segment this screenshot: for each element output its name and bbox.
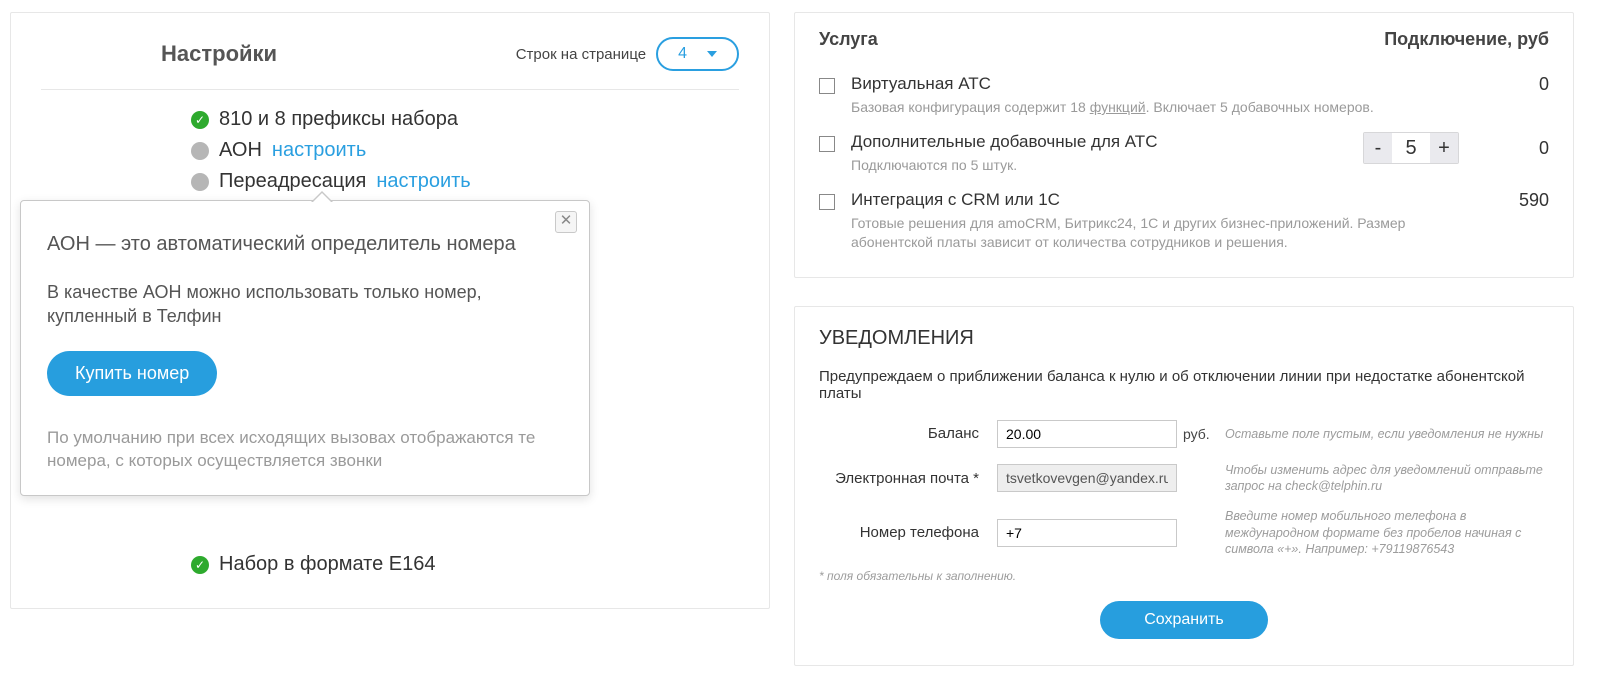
service-checkbox[interactable] xyxy=(819,194,835,210)
notifications-title: УВЕДОМЛЕНИЯ xyxy=(819,327,1549,350)
settings-item-e164: ✓ Набор в формате E164 xyxy=(191,553,739,576)
popover-body: В качестве АОН можно использовать только… xyxy=(47,280,563,329)
stepper-value: 5 xyxy=(1392,137,1430,160)
services-panel: Услуга Подключение, руб Виртуальная АТС … xyxy=(794,12,1574,278)
rows-per-page-select[interactable]: 4 xyxy=(656,37,739,71)
required-note: * поля обязательны к заполнению. xyxy=(819,569,1549,583)
dot-icon xyxy=(191,142,209,160)
services-header-price: Подключение, руб xyxy=(1384,29,1549,50)
dot-icon xyxy=(191,173,209,191)
rows-per-page-value: 4 xyxy=(678,45,687,63)
balance-unit: руб. xyxy=(1183,426,1210,442)
service-price: 590 xyxy=(1499,190,1549,211)
service-checkbox[interactable] xyxy=(819,136,835,152)
check-icon: ✓ xyxy=(191,111,209,129)
popover-close-button[interactable]: ✕ xyxy=(555,211,577,233)
buy-number-button[interactable]: Купить номер xyxy=(47,351,217,396)
email-input xyxy=(997,464,1177,492)
phone-label: Номер телефона xyxy=(819,524,979,541)
service-title: Дополнительные добавочные для АТС xyxy=(851,132,1347,152)
services-header-service: Услуга xyxy=(819,29,878,50)
notifications-subtitle: Предупреждаем о приближении баланса к ну… xyxy=(819,368,1549,402)
aon-popover: ✕ АОН — это автоматический определитель … xyxy=(20,200,590,496)
settings-item-prefixes: ✓ 810 и 8 префиксы набора xyxy=(191,108,739,131)
service-row-crm: Интеграция с CRM или 1С Готовые решения … xyxy=(819,182,1549,258)
service-row-extensions: Дополнительные добавочные для АТС Подклю… xyxy=(819,124,1549,182)
stepper-minus-button[interactable]: - xyxy=(1364,132,1392,164)
settings-item-label: Переадресация xyxy=(219,170,366,193)
service-title: Интеграция с CRM или 1С xyxy=(851,190,1483,210)
service-price: 0 xyxy=(1499,74,1549,95)
service-checkbox[interactable] xyxy=(819,78,835,94)
service-desc: Подключаются по 5 штук. xyxy=(851,156,1347,174)
functions-link[interactable]: функций xyxy=(1090,99,1146,115)
service-price: 0 xyxy=(1499,138,1549,159)
settings-item-label: Набор в формате E164 xyxy=(219,553,435,576)
forwarding-configure-link[interactable]: настроить xyxy=(376,170,470,193)
save-button[interactable]: Сохранить xyxy=(1100,601,1268,639)
settings-item-label: 810 и 8 префиксы набора xyxy=(219,108,458,131)
notifications-panel: УВЕДОМЛЕНИЯ Предупреждаем о приближении … xyxy=(794,306,1574,666)
settings-item-aon: АОН настроить xyxy=(191,139,739,162)
service-desc: Готовые решения для amoCRM, Битрикс24, 1… xyxy=(851,214,1483,250)
aon-configure-link[interactable]: настроить xyxy=(272,139,366,162)
quantity-stepper: - 5 + xyxy=(1363,132,1459,164)
balance-input[interactable] xyxy=(997,420,1177,448)
email-hint: Чтобы изменить адрес для уведомлений отп… xyxy=(1225,462,1549,495)
chevron-down-icon xyxy=(707,51,717,57)
rows-per-page-label: Строк на странице xyxy=(516,46,646,63)
check-icon: ✓ xyxy=(191,556,209,574)
popover-title: АОН — это автоматический определитель но… xyxy=(47,231,563,258)
service-desc: Базовая конфигурация содержит 18 функций… xyxy=(851,98,1483,116)
settings-item-label: АОН xyxy=(219,139,262,162)
service-title: Виртуальная АТС xyxy=(851,74,1483,94)
balance-label: Баланс xyxy=(819,425,979,442)
phone-hint: Введите номер мобильного телефона в межд… xyxy=(1225,508,1549,557)
popover-note: По умолчанию при всех исходящих вызовах … xyxy=(47,426,563,474)
phone-input[interactable] xyxy=(997,519,1177,547)
balance-hint: Оставьте поле пустым, если уведомления н… xyxy=(1225,426,1549,442)
service-row-virtual-pbx: Виртуальная АТС Базовая конфигурация сод… xyxy=(819,66,1549,124)
stepper-plus-button[interactable]: + xyxy=(1430,132,1458,164)
settings-item-forwarding: Переадресация настроить xyxy=(191,170,739,193)
email-label: Электронная почта * xyxy=(819,470,979,487)
settings-title: Настройки xyxy=(161,41,277,67)
